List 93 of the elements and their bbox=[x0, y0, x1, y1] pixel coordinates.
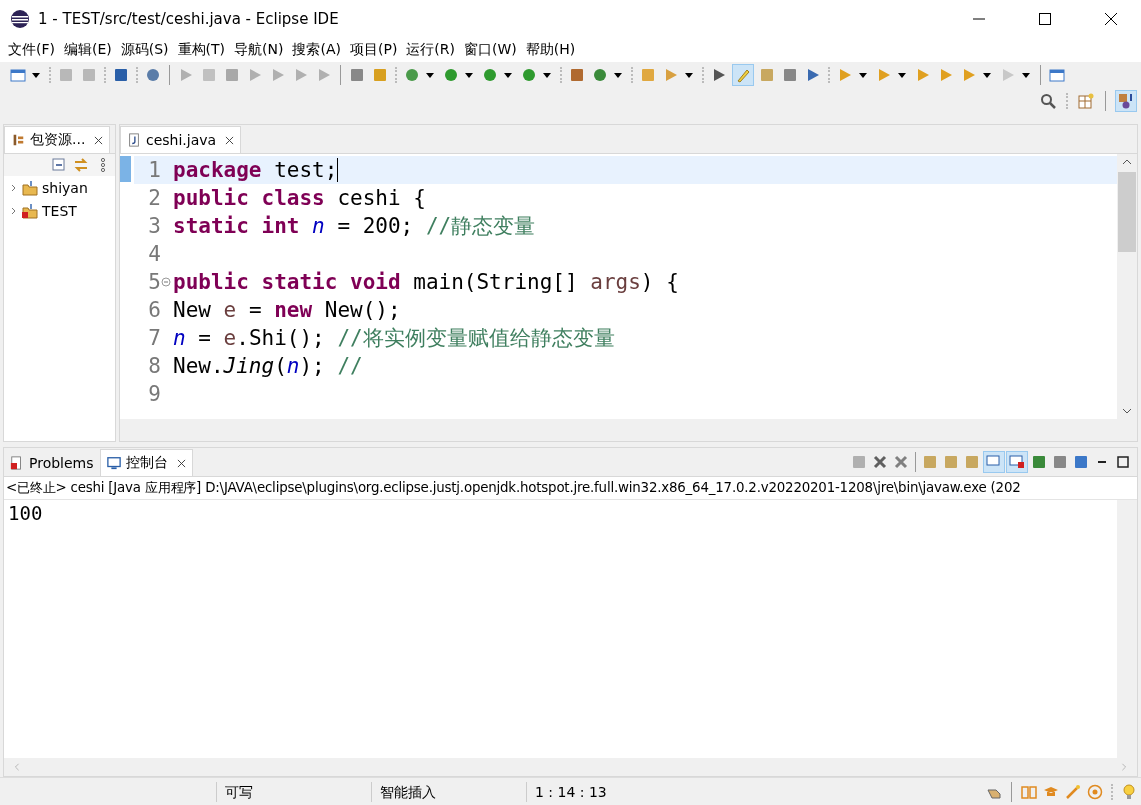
code-line: n = e.Shi(); //将实例变量赋值给静态变量 bbox=[173, 325, 615, 352]
stop-icon[interactable] bbox=[224, 67, 240, 83]
maximize-icon[interactable] bbox=[1115, 454, 1131, 470]
menu-item[interactable]: 导航(N) bbox=[234, 41, 284, 59]
editor-tab[interactable]: ceshi.java bbox=[120, 126, 242, 153]
java-perspective-button[interactable] bbox=[1115, 90, 1137, 112]
resume-icon[interactable] bbox=[178, 67, 194, 83]
dropdown-arrow-icon[interactable] bbox=[1022, 72, 1030, 78]
line-number: 1 bbox=[147, 158, 161, 182]
package-explorer-tab[interactable]: 包资源... bbox=[4, 126, 111, 153]
line-number: 5 bbox=[147, 270, 161, 294]
line-number: 6 bbox=[147, 298, 161, 322]
package-explorer-icon bbox=[11, 133, 25, 147]
dropdown-arrow-icon[interactable] bbox=[465, 72, 473, 78]
vertical-scrollbar[interactable] bbox=[1117, 154, 1137, 419]
search-icon[interactable] bbox=[1040, 93, 1056, 109]
project-tree-item[interactable]: TEST bbox=[4, 199, 115, 222]
step-over-icon[interactable] bbox=[293, 67, 309, 83]
left-arrow-icon[interactable] bbox=[961, 67, 977, 83]
code-line: New e = new New(); bbox=[173, 298, 401, 322]
line-number: 7 bbox=[147, 326, 161, 350]
menu-item[interactable]: 运行(R) bbox=[406, 41, 455, 59]
line-number: 3 bbox=[147, 214, 161, 238]
close-icon[interactable] bbox=[176, 458, 186, 468]
forward-icon[interactable] bbox=[938, 67, 954, 83]
collapse-fold-icon[interactable] bbox=[161, 277, 171, 287]
problems-tab[interactable]: Problems bbox=[4, 449, 100, 476]
menu-item[interactable]: 重构(T) bbox=[177, 41, 226, 59]
java-perspective-icon bbox=[1118, 93, 1134, 109]
window-title: 1 - TEST/src/test/ceshi.java - Eclipse IDE bbox=[38, 10, 339, 28]
down-arrow-icon[interactable] bbox=[837, 67, 853, 83]
java-file-icon bbox=[127, 133, 141, 147]
step-into-icon[interactable] bbox=[270, 67, 286, 83]
status-text: 可写 bbox=[216, 781, 365, 802]
problems-icon bbox=[10, 455, 24, 470]
new-window-icon[interactable] bbox=[10, 67, 26, 83]
back-icon[interactable] bbox=[915, 67, 931, 83]
horizontal-scrollbar[interactable] bbox=[120, 419, 1137, 441]
run-icon[interactable] bbox=[443, 67, 459, 83]
console-error-icon bbox=[1009, 454, 1025, 470]
project-tree-item[interactable]: shiyan bbox=[4, 176, 115, 199]
code-line: static int n = 200; //静态变量 bbox=[173, 213, 536, 240]
eclipse-logo-icon bbox=[10, 9, 30, 29]
status-text: 1 : 14 : 13 bbox=[526, 781, 675, 802]
code-line: public static void main(String[] args) { bbox=[173, 270, 679, 294]
book-icon[interactable] bbox=[1021, 783, 1037, 800]
menu-item[interactable]: 编辑(E) bbox=[64, 41, 112, 59]
step-return-icon[interactable] bbox=[316, 67, 332, 83]
dropdown-arrow-icon[interactable] bbox=[614, 72, 622, 78]
code-line: New.Jing(n); // bbox=[173, 354, 363, 378]
console-icon bbox=[106, 456, 121, 470]
open-perspective-icon[interactable] bbox=[1078, 93, 1094, 109]
dropdown-arrow-icon[interactable] bbox=[859, 72, 867, 78]
up-arrow-icon[interactable] bbox=[876, 67, 892, 83]
dropdown-arrow-icon[interactable] bbox=[426, 72, 434, 78]
console-output: 100 bbox=[7, 501, 44, 526]
dropdown-arrow-icon[interactable] bbox=[983, 72, 991, 78]
link-with-editor-icon[interactable] bbox=[73, 157, 89, 173]
dropdown-arrow-icon[interactable] bbox=[543, 72, 551, 78]
maximize-icon[interactable] bbox=[1039, 13, 1051, 25]
code-line: package test; bbox=[173, 158, 339, 182]
highlighter-button[interactable] bbox=[732, 64, 754, 86]
menu-item[interactable]: 文件(F) bbox=[8, 41, 55, 59]
scroll-up-icon[interactable] bbox=[1122, 158, 1132, 166]
code-line: public class ceshi { bbox=[173, 186, 426, 210]
show-on-output-button[interactable] bbox=[983, 451, 1005, 473]
close-icon[interactable] bbox=[1105, 13, 1117, 25]
show-on-error-button[interactable] bbox=[1006, 451, 1028, 473]
menu-item[interactable]: 源码(S) bbox=[120, 41, 169, 59]
close-icon[interactable] bbox=[94, 135, 104, 145]
menu-item[interactable]: 搜索(A) bbox=[292, 41, 341, 59]
scroll-down-icon[interactable] bbox=[1122, 407, 1132, 415]
collapse-all-icon[interactable] bbox=[51, 157, 67, 173]
line-number: 4 bbox=[147, 242, 161, 266]
close-icon[interactable] bbox=[225, 135, 235, 145]
menu-item[interactable]: 窗口(W) bbox=[464, 41, 517, 59]
dropdown-arrow-icon[interactable] bbox=[32, 72, 40, 78]
menu-item[interactable]: 项目(P) bbox=[350, 41, 398, 59]
line-number: 9 bbox=[147, 382, 161, 406]
dropdown-arrow-icon[interactable] bbox=[685, 72, 693, 78]
wand-icon[interactable] bbox=[1065, 783, 1081, 800]
dropdown-arrow-icon[interactable] bbox=[504, 72, 512, 78]
step-icon[interactable] bbox=[247, 67, 263, 83]
menu-item[interactable]: 帮助(H) bbox=[525, 41, 576, 59]
stop-icon[interactable] bbox=[851, 454, 867, 470]
status-text: 智能插入 bbox=[371, 781, 520, 802]
line-number: 8 bbox=[147, 354, 161, 378]
console-tab[interactable]: 控制台 bbox=[99, 449, 193, 476]
highlighter-icon bbox=[735, 67, 751, 83]
lightbulb-icon[interactable] bbox=[1121, 783, 1137, 800]
line-number: 2 bbox=[147, 186, 161, 210]
dropdown-arrow-icon[interactable] bbox=[898, 72, 906, 78]
remove-all-icon[interactable] bbox=[893, 454, 909, 470]
